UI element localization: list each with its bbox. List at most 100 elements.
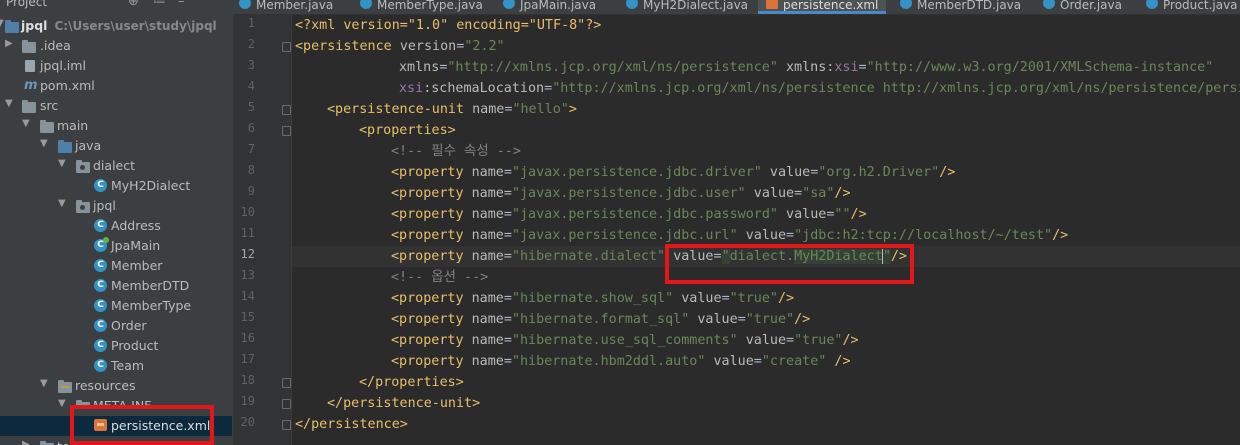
class-icon xyxy=(626,0,638,9)
class-icon: C xyxy=(94,319,107,332)
tab-jpamain-java[interactable]: JpaMain.java xyxy=(503,0,596,14)
fold-marker[interactable] xyxy=(282,126,291,136)
line-number: 19 xyxy=(240,394,255,408)
line-number: 3 xyxy=(247,58,255,72)
code-line: </persistence> xyxy=(295,417,408,432)
chevron-down-icon[interactable]: ▼ xyxy=(5,98,15,109)
tab-membertype-java[interactable]: MemberType.java xyxy=(360,0,483,14)
highlight-box-dialect xyxy=(665,244,914,284)
fold-marker[interactable] xyxy=(282,105,291,115)
iml-file-icon xyxy=(25,60,35,72)
chevron-down-icon[interactable]: ▼ xyxy=(22,118,32,129)
tree-item-src[interactable]: ▼ src xyxy=(0,96,232,116)
project-panel: Project ⊕ ≔ – ▼ jpqlC:\Users\user\study\… xyxy=(0,0,234,445)
tab-order-java[interactable]: Order.java xyxy=(1043,0,1122,14)
fold-marker[interactable] xyxy=(282,42,291,52)
tree-item-myh2dialect[interactable]: C MyH2Dialect xyxy=(0,176,232,196)
class-icon xyxy=(1043,0,1055,9)
code-line: </persistence-unit> xyxy=(327,396,481,411)
code-line: <property name="javax.persistence.jdbc.p… xyxy=(391,207,867,222)
chevron-down-icon[interactable]: ▼ xyxy=(58,398,68,407)
tree-item-main[interactable]: ▼ main xyxy=(0,116,232,136)
tree-item-team[interactable]: C Team xyxy=(0,356,232,376)
class-icon xyxy=(1146,0,1158,9)
tree-item-iml[interactable]: jpql.iml xyxy=(0,56,232,76)
tree-item-label: Order xyxy=(111,318,147,333)
tree-item-label: Team xyxy=(111,358,145,373)
hide-icon[interactable]: – xyxy=(178,0,185,9)
tree-item-dialect[interactable]: ▼ dialect xyxy=(0,156,232,176)
line-number: 20 xyxy=(240,415,255,429)
project-path: C:\Users\user\study\jpql xyxy=(54,19,217,33)
source-folder-icon xyxy=(58,140,72,153)
code-line: </properties> xyxy=(359,375,464,390)
tab-memberdtd-java[interactable]: MemberDTD.java xyxy=(900,0,1021,14)
code-line: <property name="hibernate.show_sql" valu… xyxy=(391,291,795,306)
tree-item-label: main xyxy=(57,118,89,133)
line-number: 2 xyxy=(247,37,255,51)
line-number: 5 xyxy=(247,100,255,114)
line-number: 6 xyxy=(247,121,255,135)
collapse-icon[interactable]: ≔ xyxy=(153,0,166,9)
tree-item-label: java xyxy=(75,138,102,153)
tab-persistence-xml[interactable]: persistence.xml xyxy=(758,0,887,14)
class-icon: C xyxy=(94,339,107,352)
tree-item-label: jpql xyxy=(93,198,116,213)
code-line: xmlns="http://xmlns.jcp.org/xml/ns/persi… xyxy=(399,60,1214,75)
fold-marker[interactable] xyxy=(282,378,291,388)
code-line: <property name="hibernate.use_sql_commen… xyxy=(391,333,859,348)
tree-item-membertype[interactable]: C MemberType xyxy=(0,296,232,316)
tree-item-label: MemberType xyxy=(111,298,192,313)
line-number: 13 xyxy=(240,268,255,282)
tree-item-label: MemberDTD xyxy=(111,278,190,293)
code-line: <properties> xyxy=(359,123,456,138)
tab-product-java[interactable]: Product.java xyxy=(1146,0,1238,14)
tree-item-resources[interactable]: ▼ resources xyxy=(0,376,232,396)
project-panel-title[interactable]: Project xyxy=(6,0,47,9)
folder-icon xyxy=(40,120,54,133)
chevron-down-icon[interactable]: ▼ xyxy=(40,378,50,389)
code-editor[interactable]: 1 2 3 4 5 6 7 8 9 10 11 12 13 14 15 16 1… xyxy=(233,15,1240,445)
xml-file-icon xyxy=(766,0,778,9)
chevron-down-icon[interactable]: ▼ xyxy=(40,138,50,149)
tree-item-jpql-root[interactable]: ▼ jpqlC:\Users\user\study\jpql xyxy=(0,16,232,36)
tree-item-address[interactable]: C Address xyxy=(0,216,232,236)
locate-icon[interactable]: ⊕ xyxy=(128,0,139,9)
tree-item-jpql-package[interactable]: ▼ jpql xyxy=(0,196,232,216)
code-line: <property name="javax.persistence.jdbc.u… xyxy=(391,228,1069,243)
fold-marker[interactable] xyxy=(282,420,291,430)
code-line: <property name="javax.persistence.jdbc.u… xyxy=(391,186,851,201)
tree-item-label: jpql C:\Users\user\study\jpql xyxy=(21,18,217,33)
tree-item-member[interactable]: C Member xyxy=(0,256,232,276)
tree-item-order[interactable]: C Order xyxy=(0,316,232,336)
line-number: 16 xyxy=(240,331,255,345)
tree-item-label: te xyxy=(57,439,70,445)
tree-item-label: jpql.iml xyxy=(40,58,86,73)
highlight-box-file xyxy=(70,405,214,445)
tree-item-product[interactable]: C Product xyxy=(0,336,232,356)
chevron-right-icon[interactable]: ▶ xyxy=(22,439,32,445)
tree-item-java[interactable]: ▼ java xyxy=(0,136,232,156)
tab-myh2dialect-java[interactable]: MyH2Dialect.java xyxy=(626,0,748,14)
class-icon xyxy=(503,0,515,9)
class-icon xyxy=(239,0,251,9)
chevron-down-icon[interactable]: ▼ xyxy=(58,158,68,169)
fold-marker[interactable] xyxy=(282,399,291,409)
code-area[interactable]: <?xml version="1.0" encoding="UTF-8"?> <… xyxy=(292,15,1240,445)
tree-item-jpamain[interactable]: C JpaMain xyxy=(0,236,232,256)
tab-member-java[interactable]: Member.java xyxy=(239,0,333,14)
line-number: 7 xyxy=(247,142,255,156)
code-line: <property name="javax.persistence.jdbc.d… xyxy=(391,165,956,180)
chevron-down-icon[interactable]: ▼ xyxy=(58,198,68,209)
tree-item-label: resources xyxy=(75,378,136,393)
class-icon: C xyxy=(94,279,107,292)
tree-item-pom[interactable]: m pom.xml xyxy=(0,76,232,96)
line-number: 18 xyxy=(240,373,255,387)
package-icon xyxy=(76,200,90,213)
tree-item-memberdtd[interactable]: C MemberDTD xyxy=(0,276,232,296)
class-icon: C xyxy=(94,179,107,192)
tree-item-label: pom.xml xyxy=(40,78,95,93)
class-icon: C xyxy=(94,219,107,232)
tree-item-idea[interactable]: ▶ .idea xyxy=(0,36,232,56)
chevron-right-icon[interactable]: ▶ xyxy=(5,38,15,49)
